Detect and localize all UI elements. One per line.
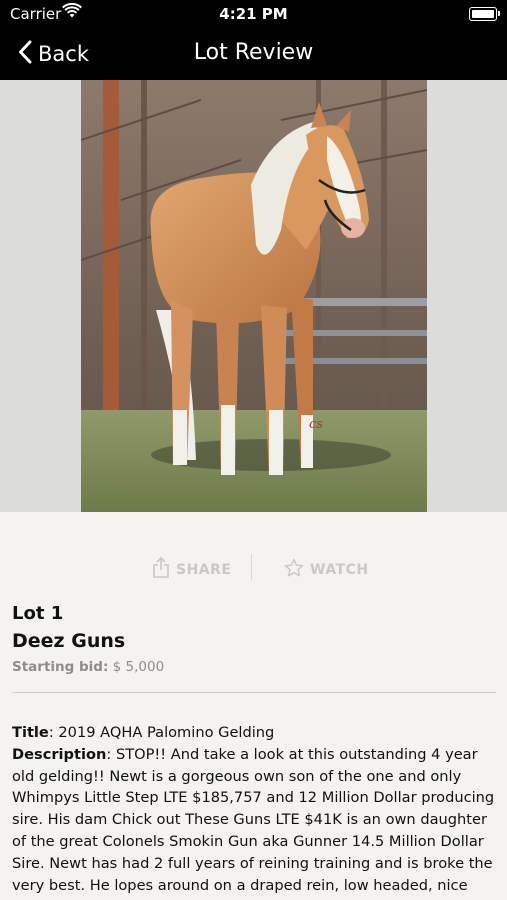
starting-bid: Starting bid: $ 5,000 [12, 659, 496, 675]
description-label: Description [12, 745, 107, 763]
lot-info: Lot 1 Deez Guns Starting bid: $ 5,000 [12, 602, 496, 675]
lot-photo[interactable]: cs [81, 80, 427, 512]
battery-icon [469, 7, 500, 21]
lot-details: Title: 2019 AQHA Palomino Gelding Descri… [12, 722, 499, 900]
star-icon [284, 558, 304, 582]
title-row: Title: 2019 AQHA Palomino Gelding [12, 722, 499, 744]
actions-divider [251, 554, 252, 580]
watch-button[interactable]: WATCH [284, 556, 369, 584]
section-divider [12, 692, 496, 693]
page-title: Lot Review [193, 40, 314, 65]
lot-name: Deez Guns [12, 630, 126, 652]
description-value: : STOP!! And take a look at this outstan… [12, 745, 495, 900]
lot-number: Lot 1 [12, 603, 64, 624]
share-icon [152, 556, 170, 583]
lot-actions: SHARE WATCH [0, 556, 507, 584]
status-time: 4:21 PM [219, 5, 288, 23]
status-bar: Carrier 4:21 PM [0, 0, 507, 28]
watch-label: WATCH [310, 562, 369, 578]
starting-bid-label: Starting bid: [12, 659, 109, 675]
title-label: Title [12, 724, 49, 741]
svg-text:cs: cs [309, 417, 323, 432]
navigation-bar: Back Lot Review [0, 28, 507, 80]
share-label: SHARE [176, 562, 232, 578]
starting-bid-value: $ 5,000 [112, 659, 165, 675]
description-row: Description: STOP!! And take a look at t… [12, 744, 499, 900]
share-button[interactable]: SHARE [152, 556, 231, 584]
title-value: : 2019 AQHA Palomino Gelding [48, 724, 275, 741]
photo-area: cs [0, 80, 507, 512]
